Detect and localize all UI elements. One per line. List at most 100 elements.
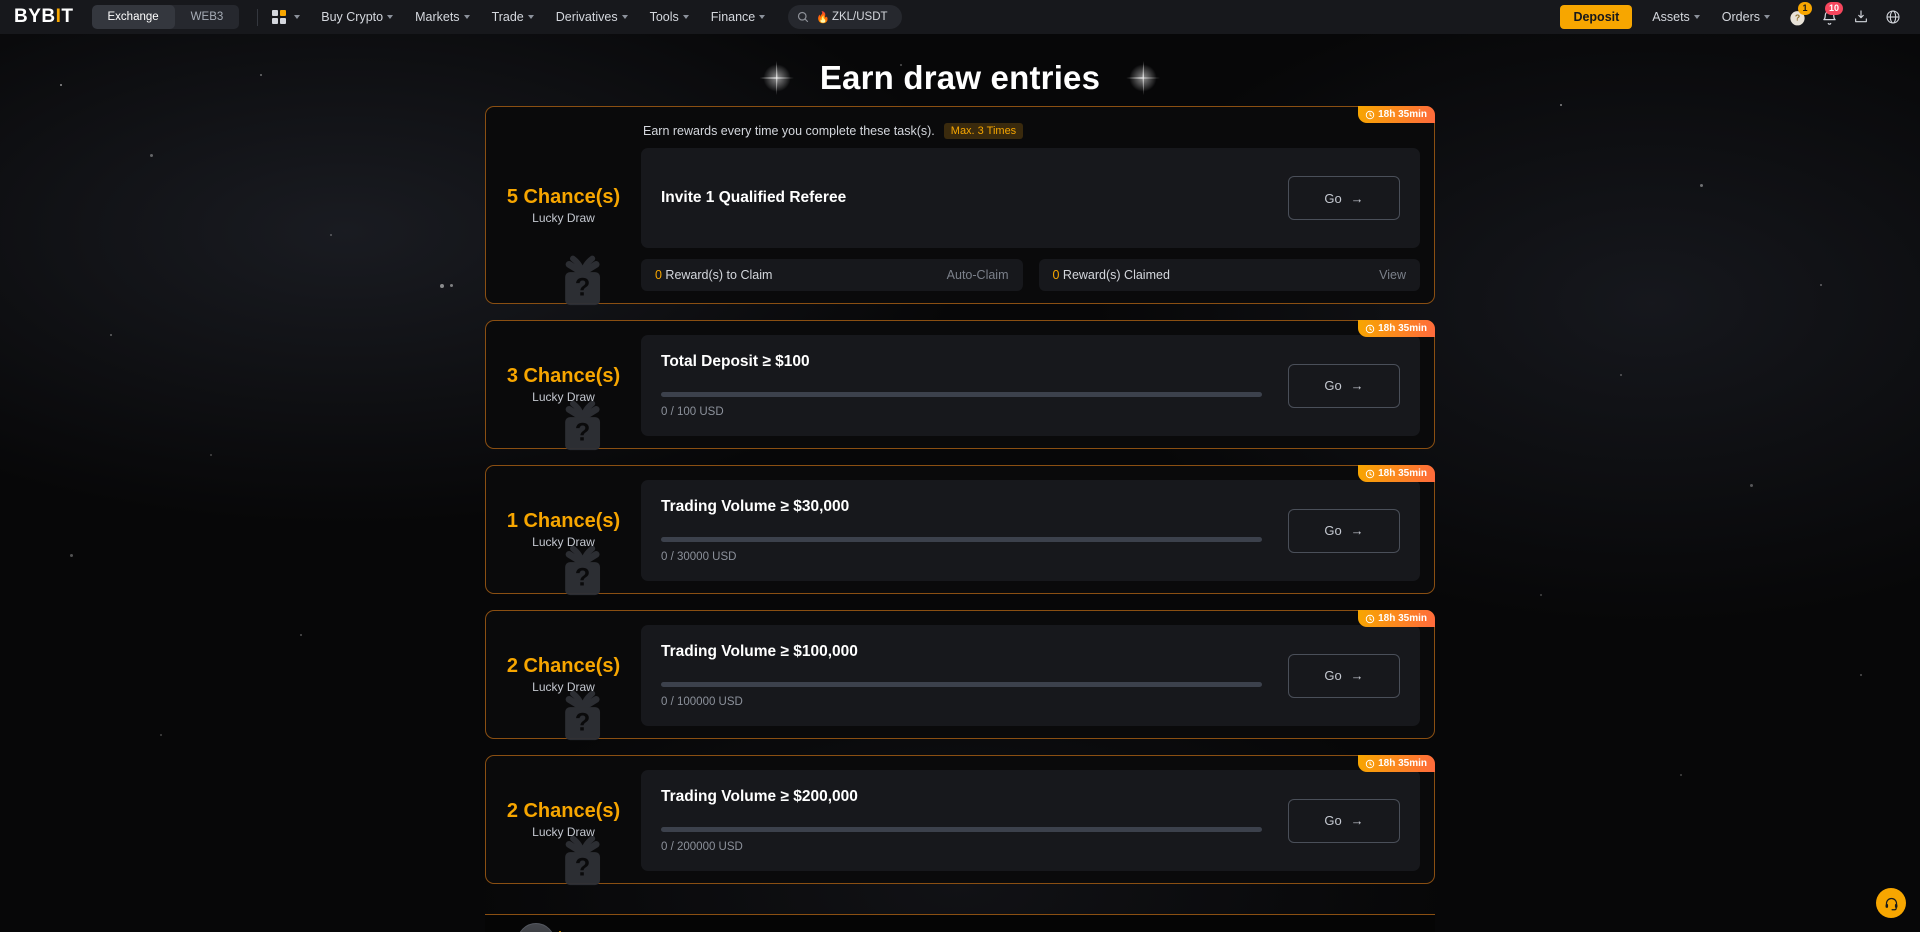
page-scroll-area[interactable]: Earn draw entries 18h 35min 5 Chance(s) … bbox=[0, 34, 1920, 932]
chevron-down-icon bbox=[759, 15, 766, 19]
primary-nav: Buy Crypto Markets Trade Derivatives Too… bbox=[310, 10, 776, 24]
header-actions: Deposit Assets Orders ? 1 10 bbox=[1560, 2, 1908, 32]
notifications-button[interactable]: 10 bbox=[1814, 2, 1844, 32]
chance-count: 2 Chance(s) bbox=[506, 800, 621, 822]
countdown-badge: 18h 35min bbox=[1358, 610, 1435, 627]
progress-bar bbox=[661, 827, 1262, 832]
task-card-list: 18h 35min 5 Chance(s) Lucky Draw ? Earn … bbox=[485, 106, 1435, 910]
task-info: Trading Volume ≥ $100,000 0 / 100000 USD bbox=[661, 643, 1274, 708]
svg-text:?: ? bbox=[574, 708, 589, 736]
task-body: Trading Volume ≥ $30,000 0 / 30000 USD G… bbox=[641, 480, 1420, 581]
progress-label: 0 / 200000 USD bbox=[661, 841, 743, 853]
progress-bar bbox=[661, 392, 1262, 397]
nav-label: Derivatives bbox=[555, 10, 618, 24]
reward-to-claim-count: 0 bbox=[655, 268, 662, 282]
reward-claimed-label: 0 Reward(s) Claimed bbox=[1053, 268, 1170, 282]
language-button[interactable] bbox=[1878, 2, 1908, 32]
nav-item-finance[interactable]: Finance bbox=[700, 10, 776, 24]
chance-subtitle: Lucky Draw bbox=[532, 825, 595, 839]
go-label: Go bbox=[1324, 190, 1342, 206]
chevron-down-icon bbox=[1764, 15, 1770, 19]
chevron-down-icon bbox=[527, 15, 534, 19]
download-icon bbox=[1855, 10, 1867, 23]
nav-item-orders[interactable]: Orders bbox=[1712, 10, 1780, 24]
tab-exchange[interactable]: Exchange bbox=[91, 5, 175, 29]
task-content: Earn rewards every time you complete the… bbox=[641, 107, 1434, 303]
page-title: Earn draw entries bbox=[819, 59, 1101, 96]
countdown-text: 18h 35min bbox=[1378, 468, 1427, 479]
countdown-badge: 18h 35min bbox=[1358, 755, 1435, 772]
nav-item-derivatives[interactable]: Derivatives bbox=[545, 10, 639, 24]
download-app-button[interactable] bbox=[1846, 2, 1876, 32]
arrow-right-icon: → bbox=[1350, 668, 1364, 683]
countdown-badge: 18h 35min bbox=[1358, 320, 1435, 337]
progress-label: 0 / 30000 USD bbox=[661, 551, 737, 563]
nav-label: Markets bbox=[415, 10, 460, 24]
task-content: Trading Volume ≥ $200,000 0 / 200000 USD… bbox=[641, 756, 1434, 883]
nav-label: Buy Crypto bbox=[321, 10, 384, 24]
go-button[interactable]: Go → bbox=[1288, 176, 1400, 220]
auto-claim-action[interactable]: Auto-Claim bbox=[947, 268, 1009, 282]
search-icon bbox=[798, 11, 809, 23]
chance-subtitle: Lucky Draw bbox=[532, 210, 595, 225]
chevron-down-icon bbox=[387, 15, 394, 19]
task-content: Total Deposit ≥ $100 0 / 100 USD Go → bbox=[641, 321, 1434, 448]
mode-switch[interactable]: Exchange WEB3 bbox=[91, 5, 240, 29]
go-label: Go bbox=[1324, 523, 1342, 538]
clock-icon bbox=[1365, 324, 1375, 333]
go-button[interactable]: Go → bbox=[1288, 798, 1400, 843]
nav-item-assets[interactable]: Assets bbox=[1642, 10, 1710, 24]
sparkle-right-icon bbox=[1126, 61, 1160, 95]
chevron-down-icon bbox=[621, 15, 628, 19]
progress-label: 0 / 100 USD bbox=[661, 406, 724, 418]
search-box[interactable]: 🔥 ZKL/USDT bbox=[788, 5, 902, 29]
arrow-right-icon: → bbox=[1350, 378, 1364, 393]
rocket-illustration bbox=[497, 919, 575, 932]
task-body: Trading Volume ≥ $100,000 0 / 100000 USD… bbox=[641, 625, 1420, 726]
nav-label: Finance bbox=[710, 10, 756, 24]
clock-icon bbox=[1365, 614, 1375, 623]
nav-item-tools[interactable]: Tools bbox=[639, 10, 700, 24]
reward-claimed-text: Reward(s) Claimed bbox=[1059, 268, 1170, 282]
chevron-down-icon bbox=[463, 15, 470, 19]
search-value-wrap: 🔥 ZKL/USDT bbox=[816, 11, 887, 24]
grid-cell bbox=[272, 10, 279, 16]
task-card: 18h 35min 2 Chance(s) Lucky Draw ? Tradi… bbox=[485, 610, 1435, 741]
nav-label: Tools bbox=[649, 10, 679, 24]
arrow-right-icon: → bbox=[1350, 523, 1364, 538]
task-body: Invite 1 Qualified Referee Go → bbox=[641, 148, 1420, 248]
svg-text:?: ? bbox=[574, 273, 589, 301]
bybit-logo[interactable]: BYBIT bbox=[14, 6, 74, 28]
go-button[interactable]: Go → bbox=[1288, 508, 1400, 553]
task-info: Invite 1 Qualified Referee bbox=[661, 189, 1274, 207]
account-avatar-button[interactable]: ? 1 bbox=[1782, 2, 1812, 32]
task-card: 18h 35min 5 Chance(s) Lucky Draw ? Earn … bbox=[485, 106, 1435, 306]
notification-badge: 10 bbox=[1824, 2, 1843, 15]
reward-to-claim-box: 0 Reward(s) to Claim Auto-Claim bbox=[641, 259, 1023, 291]
nav-item-markets[interactable]: Markets bbox=[404, 10, 480, 24]
svg-text:?: ? bbox=[574, 563, 589, 591]
logo-text-lead: BYB bbox=[14, 6, 56, 27]
nav-item-buy-crypto[interactable]: Buy Crypto bbox=[310, 10, 404, 24]
chance-column: 3 Chance(s) Lucky Draw ? bbox=[486, 321, 641, 451]
deposit-button[interactable]: Deposit bbox=[1560, 5, 1633, 29]
search-input[interactable]: ZKL/USDT bbox=[832, 11, 888, 23]
chance-count: 3 Chance(s) bbox=[506, 365, 621, 387]
chance-subtitle: Lucky Draw bbox=[532, 680, 595, 694]
go-button[interactable]: Go → bbox=[1288, 653, 1400, 698]
go-label: Go bbox=[1324, 813, 1342, 828]
chevron-down-icon[interactable] bbox=[294, 15, 301, 19]
arrow-right-icon: → bbox=[1350, 190, 1364, 206]
countdown-text: 18h 35min bbox=[1378, 323, 1427, 334]
svg-text:?: ? bbox=[1794, 12, 1799, 22]
nav-item-trade[interactable]: Trade bbox=[481, 10, 545, 24]
tab-web3[interactable]: WEB3 bbox=[175, 5, 240, 29]
task-title: Trading Volume ≥ $200,000 bbox=[661, 788, 858, 805]
go-button[interactable]: Go → bbox=[1288, 363, 1400, 408]
support-chat-button[interactable] bbox=[1876, 888, 1906, 918]
reward-to-claim-label: 0 Reward(s) to Claim bbox=[655, 268, 772, 282]
go-label: Go bbox=[1324, 378, 1342, 393]
apps-grid-icon[interactable] bbox=[272, 10, 287, 24]
clock-icon bbox=[1365, 759, 1375, 768]
view-rewards-action[interactable]: View bbox=[1379, 268, 1406, 282]
